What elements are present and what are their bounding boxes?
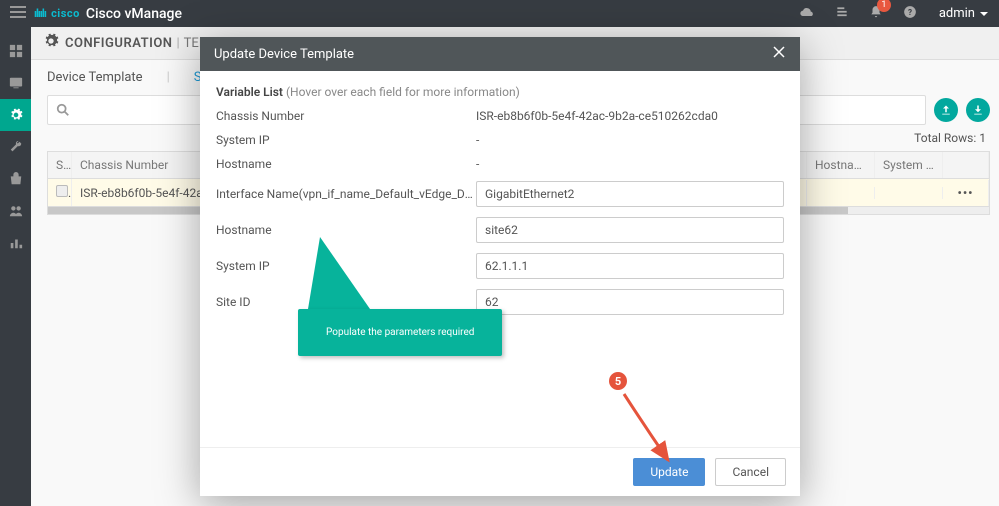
- siteid-input[interactable]: [476, 289, 784, 315]
- update-button[interactable]: Update: [633, 458, 705, 486]
- close-icon[interactable]: [772, 45, 786, 63]
- modal-header: Update Device Template: [200, 37, 800, 71]
- chassis-label: Chassis Number: [216, 109, 476, 123]
- ifname-input[interactable]: [476, 181, 784, 207]
- cancel-button[interactable]: Cancel: [715, 458, 786, 486]
- step-badge: 5: [609, 372, 627, 390]
- host-ro-label: Hostname: [216, 157, 476, 171]
- variable-list-hint: (Hover over each field for more informat…: [286, 85, 520, 99]
- callout: Populate the parameters required: [298, 237, 502, 356]
- hostname-input[interactable]: [476, 217, 784, 243]
- sysip-ro-value: -: [476, 133, 784, 147]
- hostname-label: Hostname: [216, 223, 476, 237]
- variable-list-title: Variable List: [216, 85, 283, 99]
- callout-text: Populate the parameters required: [298, 309, 502, 356]
- modal-title: Update Device Template: [214, 47, 354, 62]
- ifname-label: Interface Name(vpn_if_name_Default_vEdge…: [216, 187, 476, 201]
- chassis-value: ISR-eb8b6f0b-5e4f-42ac-9b2a-ce510262cda0: [476, 109, 784, 123]
- sysip-ro-label: System IP: [216, 133, 476, 147]
- host-ro-value: -: [476, 157, 784, 171]
- sysip-input[interactable]: [476, 253, 784, 279]
